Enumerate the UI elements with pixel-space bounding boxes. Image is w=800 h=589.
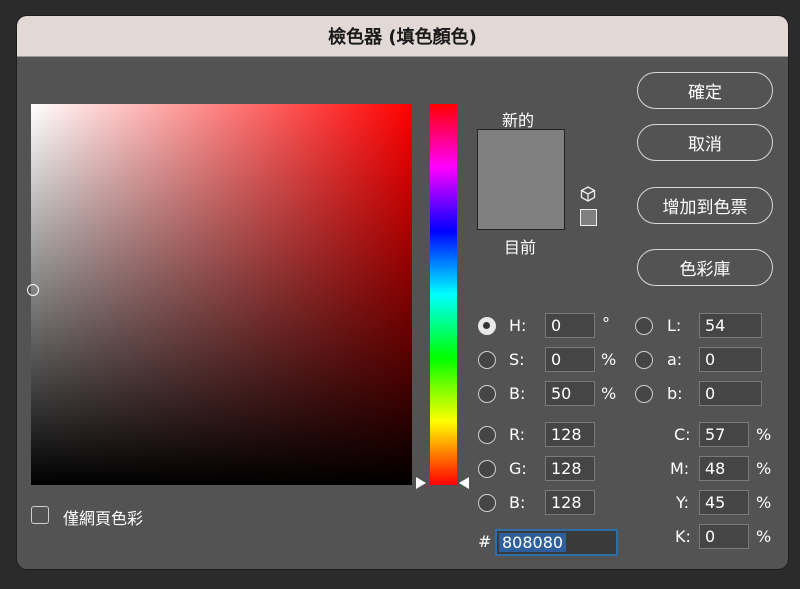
hue-slider-left-arrow-icon[interactable] [416,477,426,489]
hex-input[interactable]: 808080 [495,529,618,556]
saturation-input[interactable]: 0 [545,347,595,372]
yellow-unit: % [756,493,772,512]
color-picker-dialog: 檢色器 (填色顏色) 新的 目前 確定 取消 增加到色票 色彩庫 H: 0 ° … [17,16,788,569]
b-channel-label: b: [667,384,683,403]
hue-label: H: [509,316,527,335]
hue-unit: ° [602,314,610,333]
a-channel-input[interactable]: 0 [699,347,762,372]
new-color-label: 新的 [502,111,535,130]
saturation-unit: % [601,350,617,369]
radio-lightness[interactable] [635,317,653,335]
radio-blue[interactable] [478,494,496,512]
web-colors-only-label: 僅網頁色彩 [63,509,144,528]
cancel-button[interactable]: 取消 [637,124,773,161]
dialog-title: 檢色器 (填色顏色) [17,16,788,57]
green-input[interactable]: 128 [545,456,595,481]
brightness-label: B: [509,384,526,403]
radio-red[interactable] [478,426,496,444]
radio-b-channel[interactable] [635,385,653,403]
cube-icon[interactable] [580,186,596,202]
lightness-input[interactable]: 54 [699,313,762,338]
lightness-label: L: [667,316,682,335]
yellow-label: Y: [676,493,690,512]
radio-brightness[interactable] [478,385,496,403]
radio-saturation[interactable] [478,351,496,369]
hue-input[interactable]: 0 [545,313,595,338]
radio-a-channel[interactable] [635,351,653,369]
cyan-unit: % [756,425,772,444]
hue-slider[interactable] [430,104,457,485]
color-field[interactable] [31,104,412,485]
brightness-input[interactable]: 50 [545,381,595,406]
cyan-label: C: [674,425,691,444]
current-color-label: 目前 [504,238,537,257]
magenta-unit: % [756,459,772,478]
black-label: K: [675,527,691,546]
cyan-input[interactable]: 57 [699,422,749,447]
blue-label: B: [509,493,526,512]
color-preview-swatch[interactable] [477,129,565,230]
web-colors-only-checkbox[interactable] [31,506,49,524]
brightness-unit: % [601,384,617,403]
websafe-square-icon[interactable] [580,209,597,226]
black-unit: % [756,527,772,546]
red-input[interactable]: 128 [545,422,595,447]
radio-hue[interactable] [478,317,496,335]
ok-button[interactable]: 確定 [637,72,773,109]
color-libraries-button[interactable]: 色彩庫 [637,249,773,286]
b-channel-input[interactable]: 0 [699,381,762,406]
hex-label: # [478,532,492,551]
saturation-label: S: [509,350,525,369]
magenta-label: M: [670,459,690,478]
blue-input[interactable]: 128 [545,490,595,515]
add-to-swatches-button[interactable]: 增加到色票 [637,187,773,224]
radio-green[interactable] [478,460,496,478]
a-channel-label: a: [667,350,683,369]
yellow-input[interactable]: 45 [699,490,749,515]
hex-value[interactable]: 808080 [499,533,567,552]
green-label: G: [509,459,527,478]
hue-slider-right-arrow-icon[interactable] [459,477,469,489]
black-input[interactable]: 0 [699,524,749,549]
red-label: R: [509,425,526,444]
magenta-input[interactable]: 48 [699,456,749,481]
color-field-cursor[interactable] [27,284,39,296]
